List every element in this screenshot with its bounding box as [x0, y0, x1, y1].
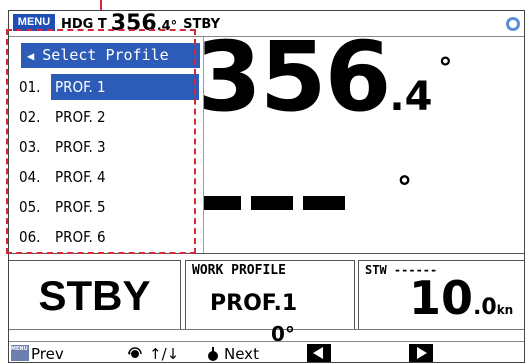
profile-number: 01. — [19, 78, 41, 96]
knob-rotate-icon — [128, 347, 142, 358]
profile-name: PROF. 5 — [55, 198, 106, 216]
profile-name: PROF. 3 — [55, 138, 106, 156]
info-panels: STBY WORK PROFILE PROF.1 STW ------ 10.0… — [9, 253, 524, 335]
rotary-knob-softkey[interactable] — [127, 344, 143, 362]
profile-item[interactable]: 02. PROF. 2 — [17, 104, 200, 130]
autopilot-screen: MENU HDG T 356.4° STBY 356.4 ° ° ◀ Select P… — [8, 10, 525, 363]
work-profile-label: WORK PROFILE — [192, 263, 286, 278]
stw-decimal: .0 — [473, 295, 497, 320]
rudder-strip: 0° — [9, 322, 524, 346]
status-ring-icon — [506, 17, 520, 31]
main-heading-decimal: .4 — [389, 74, 433, 120]
updown-softkey[interactable]: ↑/↓ — [149, 344, 179, 362]
softkey-bar: MENU ESC Prev ↑/↓ Next — [9, 341, 524, 362]
stw-value: 10 — [409, 271, 474, 325]
main-heading-display: 356.4 ° — [195, 21, 452, 141]
profile-name: PROF. 2 — [55, 108, 106, 126]
profile-name: PROF. 1 — [51, 74, 199, 100]
next-softkey[interactable]: Next — [224, 344, 259, 362]
set-heading-degree: ° — [397, 171, 412, 206]
popup-title-bar[interactable]: ◀ Select Profile — [21, 43, 200, 68]
stw-unit: kn — [496, 303, 514, 317]
profile-number: 05. — [19, 198, 41, 216]
popup-title: Select Profile — [42, 46, 169, 64]
heading-label: HDG T — [61, 17, 107, 32]
profile-item[interactable]: 03. PROF. 3 — [17, 134, 200, 160]
menu-button[interactable]: MENU — [13, 14, 55, 31]
profile-item[interactable]: 06. PROF. 6 — [17, 224, 200, 250]
stw-panel: STW ------ 10.0kn — [358, 260, 524, 330]
profile-item[interactable]: 01. PROF. 1 — [17, 74, 200, 100]
work-profile-panel: WORK PROFILE PROF.1 — [185, 260, 355, 330]
dash — [199, 196, 241, 210]
main-heading-degree: ° — [438, 51, 453, 84]
prev-softkey[interactable]: Prev — [31, 344, 64, 362]
profile-number: 04. — [19, 168, 41, 186]
profile-number: 02. — [19, 108, 41, 126]
main-heading-value: 356 — [195, 21, 391, 133]
select-profile-popup: ◀ Select Profile 01. PROF. 1 02. PROF. 2 … — [17, 37, 204, 253]
left-arrow-icon — [313, 347, 323, 359]
heading-decimal: .4° — [156, 19, 178, 34]
profile-item[interactable]: 04. PROF. 4 — [17, 164, 200, 190]
back-arrow-icon[interactable]: ◀ — [27, 44, 34, 69]
mode-panel: STBY — [9, 260, 181, 330]
heading-value: 356 — [110, 11, 157, 36]
knob-push-icon — [208, 347, 218, 361]
dash — [251, 196, 293, 210]
work-profile-value: PROF.1 — [210, 291, 298, 316]
profile-number: 03. — [19, 138, 41, 156]
dash — [303, 196, 345, 210]
stw-value-group: 10.0kn — [409, 271, 513, 325]
profile-name: PROF. 4 — [55, 168, 106, 186]
profile-name: PROF. 6 — [55, 228, 106, 246]
push-knob-softkey[interactable] — [205, 344, 221, 362]
menu-esc-key-icon[interactable]: MENU ESC — [11, 345, 40, 361]
profile-number: 06. — [19, 228, 41, 246]
profile-item[interactable]: 05. PROF. 5 — [17, 194, 200, 220]
right-arrow-icon — [417, 347, 427, 359]
